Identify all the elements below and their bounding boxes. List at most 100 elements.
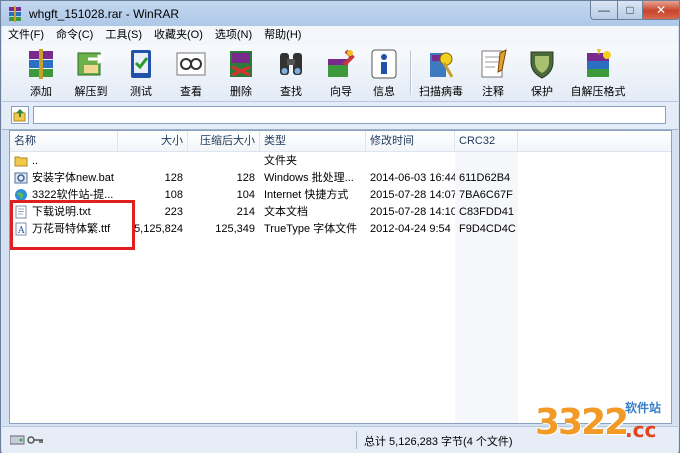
table-row[interactable]: .. 文件夹 (10, 153, 671, 170)
add-archive-icon (29, 49, 53, 79)
batch-file-icon (14, 172, 28, 184)
find-label: 查找 (280, 86, 302, 98)
file-modified: 2014-06-03 16:44 (370, 172, 455, 184)
close-icon: ✕ (655, 3, 667, 17)
header-type[interactable]: 类型 (260, 131, 366, 151)
scan-virus-label: 扫描病毒 (419, 86, 463, 98)
file-type: Windows 批处理... (264, 172, 354, 184)
menu-help[interactable]: 帮助(H) (258, 26, 307, 45)
menu-file[interactable]: 文件(F) (2, 26, 50, 45)
path-bar (2, 102, 678, 130)
minimize-icon: — (598, 3, 610, 17)
sfx-label: 自解压格式 (570, 86, 626, 98)
view-button[interactable]: 查看 (166, 47, 216, 99)
header-packed[interactable]: 压缩后大小 (188, 131, 260, 151)
file-packed: 104 (236, 189, 255, 201)
extract-icon (77, 52, 106, 76)
menu-commands[interactable]: 命令(C) (50, 26, 99, 45)
maximize-button[interactable]: □ (617, 1, 643, 20)
file-packed (188, 153, 255, 170)
shield-icon (530, 51, 554, 79)
file-list[interactable]: 名称 大小 压缩后大小 类型 修改时间 CRC32 .. 文件夹 安装字体new… (9, 130, 672, 424)
delete-icon (230, 51, 252, 77)
delete-button[interactable]: 删除 (216, 47, 266, 99)
comment-label: 注释 (482, 86, 504, 98)
scan-virus-icon (430, 52, 454, 78)
test-button[interactable]: 测试 (116, 47, 166, 99)
file-crc: 611D62B4 (459, 172, 511, 184)
sfx-button[interactable]: 自解压格式 (568, 47, 628, 99)
header-crc[interactable]: CRC32 (455, 131, 518, 151)
table-row[interactable]: 安装字体new.bat 128 128 Windows 批处理... 2014-… (10, 170, 671, 187)
info-button[interactable]: 信息 (359, 47, 409, 99)
test-icon (131, 50, 151, 78)
wizard-icon (328, 49, 355, 77)
file-crc: F9D4CD4C (459, 223, 516, 235)
menu-bar: 文件(F) 命令(C) 工具(S) 收藏夹(O) 选项(N) 帮助(H) (2, 26, 678, 46)
menu-favorites[interactable]: 收藏夹(O) (148, 26, 209, 45)
file-name: .. (32, 155, 39, 167)
scan-virus-button[interactable]: 扫描病毒 (416, 47, 466, 99)
file-packed: 214 (236, 206, 255, 218)
status-divider (356, 431, 357, 449)
menu-options[interactable]: 选项(N) (209, 26, 258, 45)
file-modified: 2015-07-28 14:10 (370, 206, 455, 218)
binoculars-icon (280, 53, 302, 75)
folder-icon (14, 156, 28, 167)
toolbar-separator (410, 51, 412, 95)
file-type: Internet 快捷方式 (264, 189, 349, 201)
find-button[interactable]: 查找 (266, 47, 316, 99)
up-folder-button[interactable] (11, 106, 29, 124)
add-button[interactable]: 添加 (16, 47, 66, 99)
toolbar: 添加 解压到 测试 查看 删除 查找 向导 信息 扫描病毒 注释 保护 自解压格… (2, 45, 678, 102)
file-crc: C83FDD41 (459, 206, 515, 218)
file-type: 文本文档 (264, 206, 308, 218)
file-packed: 128 (236, 172, 255, 184)
header-name[interactable]: 名称 (10, 131, 118, 151)
file-name: 安装字体new.bat (32, 172, 114, 184)
watermark-label: 软件站 (625, 401, 662, 415)
path-field[interactable] (33, 106, 666, 124)
watermark-tld: .cc (625, 418, 657, 442)
menu-tools[interactable]: 工具(S) (99, 26, 148, 45)
extract-to-button[interactable]: 解压到 (66, 47, 116, 99)
site-watermark: 3322 .cc 软件站 (529, 398, 669, 450)
file-modified: 2015-07-28 14:07 (370, 189, 455, 201)
file-crc: 7BA6C67F (459, 189, 513, 201)
highlight-box (10, 200, 135, 250)
winrar-window: whgft_151028.rar - WinRAR — □ ✕ 文件(F) 命令… (0, 0, 680, 453)
protect-button[interactable]: 保护 (517, 47, 567, 99)
comment-icon (481, 49, 507, 78)
delete-label: 删除 (230, 86, 252, 98)
file-size (118, 153, 183, 170)
add-label: 添加 (30, 86, 52, 98)
file-crc (459, 153, 518, 170)
file-packed: 125,349 (215, 223, 255, 235)
close-button[interactable]: ✕ (642, 1, 680, 20)
winrar-app-icon (9, 5, 21, 22)
up-arrow-icon (13, 109, 26, 122)
file-modified (370, 153, 455, 170)
info-label: 信息 (373, 86, 395, 98)
header-modified[interactable]: 修改时间 (366, 131, 455, 151)
protect-label: 保护 (531, 86, 553, 98)
drive-key-icon (10, 435, 43, 445)
file-modified: 2012-04-24 9:54 (370, 223, 451, 235)
sfx-icon (587, 49, 611, 77)
info-icon (371, 49, 397, 79)
watermark-number: 3322 (535, 402, 629, 443)
header-size[interactable]: 大小 (118, 131, 188, 151)
extract-to-label: 解压到 (74, 86, 108, 98)
test-label: 测试 (130, 86, 152, 98)
status-total: 总计 5,126,283 字节(4 个文件) (364, 436, 513, 448)
window-title: whgft_151028.rar - WinRAR (29, 6, 180, 21)
view-label: 查看 (180, 86, 202, 98)
file-type: 文件夹 (264, 155, 297, 167)
title-bar[interactable]: whgft_151028.rar - WinRAR (1, 1, 679, 26)
list-header: 名称 大小 压缩后大小 类型 修改时间 CRC32 (10, 131, 671, 152)
comment-button[interactable]: 注释 (468, 47, 518, 99)
file-type: TrueType 字体文件 (264, 223, 358, 235)
file-size: 128 (164, 172, 183, 184)
minimize-button[interactable]: — (590, 1, 618, 20)
maximize-icon: □ (626, 3, 634, 17)
